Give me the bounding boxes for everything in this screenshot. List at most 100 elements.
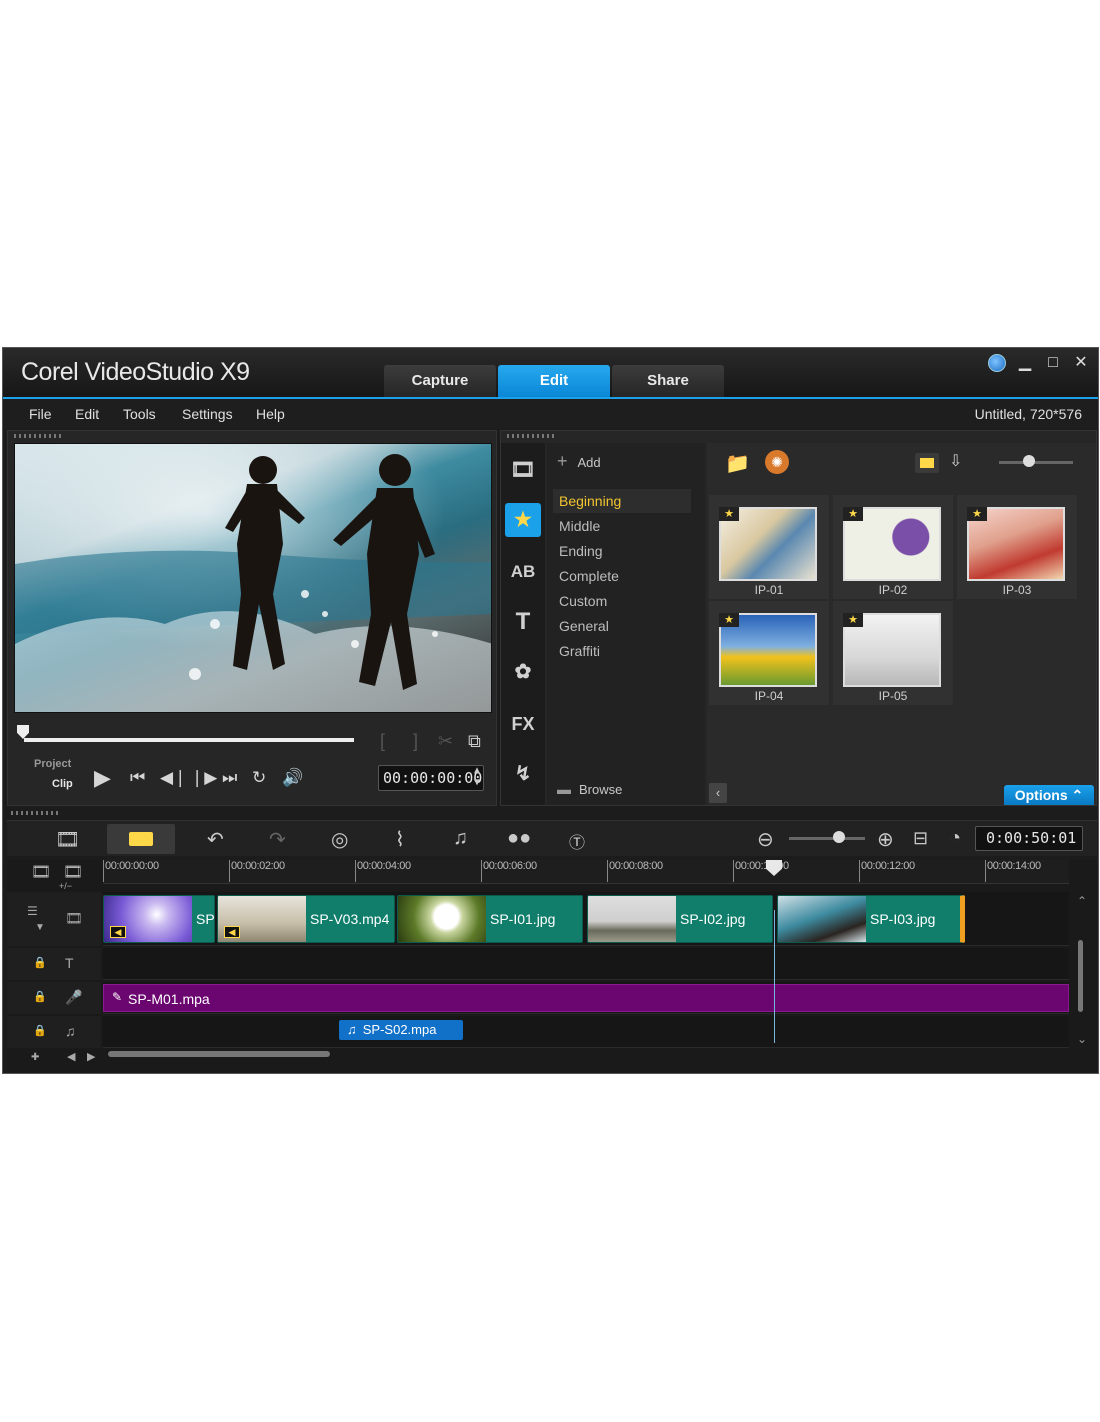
music-track-header[interactable]: 🔒 ♫ bbox=[7, 1016, 101, 1048]
lock-icon[interactable]: 🔒 bbox=[33, 956, 47, 969]
split-clip-icon[interactable]: ✂ bbox=[438, 731, 453, 752]
category-middle[interactable]: Middle bbox=[553, 514, 691, 538]
mark-out-icon[interactable]: ] bbox=[413, 731, 418, 752]
volume-icon[interactable]: 🔊 bbox=[282, 768, 303, 788]
enlarge-icon[interactable]: ⧉ bbox=[468, 731, 481, 752]
scroll-up-icon[interactable]: ⌃ bbox=[1077, 894, 1087, 908]
video-clip[interactable]: ◀ SP-V03.mp4 bbox=[217, 895, 395, 943]
vertical-scrollbar[interactable] bbox=[1078, 940, 1083, 1012]
browse-button[interactable]: ▬ Browse bbox=[557, 781, 622, 797]
close-icon[interactable]: ✕ bbox=[1072, 354, 1090, 372]
expand-track-icon[interactable]: ▼ bbox=[35, 922, 45, 933]
previous-frame-icon[interactable]: ◀❘ bbox=[160, 768, 187, 788]
sound-mixer-icon[interactable]: ⌇ bbox=[395, 827, 405, 852]
motion-tracking-icon[interactable]: ●● bbox=[507, 827, 531, 850]
preview-screen[interactable] bbox=[14, 443, 492, 713]
view-toggle-icon[interactable] bbox=[915, 453, 939, 473]
music-track[interactable]: ♫ SP-S02.mpa bbox=[103, 1016, 1069, 1048]
video-clip[interactable]: ◀ SP bbox=[103, 895, 215, 943]
globe-icon[interactable] bbox=[988, 354, 1006, 372]
thumbnail-ip05[interactable]: ★ IP-05 bbox=[833, 601, 953, 705]
graphic-icon[interactable]: ✿ bbox=[505, 655, 541, 689]
menu-edit[interactable]: Edit bbox=[75, 406, 99, 422]
timecode-stepper-icon[interactable]: ▲ ▼ bbox=[474, 765, 480, 789]
auto-music-icon[interactable]: ♫ bbox=[453, 827, 468, 850]
thumbnail-size-knob[interactable] bbox=[1023, 455, 1035, 467]
add-button[interactable]: + Add bbox=[557, 451, 601, 472]
zoom-knob[interactable] bbox=[833, 831, 845, 843]
clip-mode-label[interactable]: Clip bbox=[52, 778, 73, 790]
lock-icon[interactable]: 🔒 bbox=[33, 990, 47, 1003]
next-frame-icon[interactable]: ❘▶ bbox=[190, 768, 217, 788]
timeline-grip[interactable] bbox=[11, 811, 59, 815]
title-track-header[interactable]: 🔒 T bbox=[7, 948, 101, 980]
redo-icon[interactable]: ↷ bbox=[269, 827, 286, 852]
scroll-right-icon[interactable]: ▶ bbox=[87, 1050, 95, 1063]
category-custom[interactable]: Custom bbox=[553, 589, 691, 613]
voice-track[interactable]: ✎ SP-M01.mpa bbox=[103, 982, 1069, 1014]
category-general[interactable]: General bbox=[553, 614, 691, 638]
transition-icon[interactable]: AB bbox=[505, 555, 541, 589]
play-icon[interactable]: ▶ bbox=[94, 765, 111, 791]
zoom-in-icon[interactable]: ⊕ bbox=[877, 827, 894, 852]
zoom-slider[interactable] bbox=[789, 837, 865, 840]
film-reel-icon[interactable]: ✺ bbox=[765, 450, 789, 474]
thumbnail-ip01[interactable]: ★ IP-01 bbox=[709, 495, 829, 599]
thumbnail-ip04[interactable]: ★ IP-04 bbox=[709, 601, 829, 705]
category-graffiti[interactable]: Graffiti bbox=[553, 639, 691, 663]
panel-grip[interactable] bbox=[14, 434, 62, 438]
add-remove-track-label[interactable]: +/− bbox=[59, 881, 72, 891]
zoom-out-icon[interactable]: ⊖ bbox=[757, 827, 774, 852]
record-capture-icon[interactable]: ◎ bbox=[331, 827, 348, 852]
time-ruler[interactable]: 00:00:00:00 00:00:02:00 00:00:04:00 00:0… bbox=[103, 860, 1069, 884]
scroll-left-icon[interactable]: ◀ bbox=[67, 1050, 75, 1063]
minimize-icon[interactable]: ▁ bbox=[1016, 354, 1034, 372]
project-mode-label[interactable]: Project bbox=[34, 758, 71, 770]
tab-share[interactable]: Share bbox=[612, 365, 724, 397]
lock-icon[interactable]: 🔒 bbox=[33, 1024, 47, 1037]
home-icon[interactable]: ⏮ bbox=[130, 768, 145, 788]
end-icon[interactable]: ⏭ bbox=[222, 768, 237, 788]
player-timecode[interactable]: 00:00:00:00 ▲ ▼ bbox=[378, 765, 484, 791]
scroll-down-icon[interactable]: ⌄ bbox=[1077, 1032, 1087, 1046]
image-clip[interactable]: SP-I01.jpg bbox=[397, 895, 583, 943]
image-clip[interactable]: SP-I03.jpg bbox=[777, 895, 965, 943]
library-grip[interactable] bbox=[507, 434, 555, 438]
tab-edit[interactable]: Edit bbox=[498, 365, 610, 397]
thumbnail-size-slider[interactable] bbox=[999, 461, 1073, 464]
video-track[interactable]: ◀ SP ◀ SP-V03.mp4 SP-I01.jpg SP-I02.jpg … bbox=[103, 892, 1069, 946]
instant-project-icon[interactable]: ★ bbox=[505, 503, 541, 537]
subtitle-editor-icon[interactable]: Ⓣ bbox=[569, 829, 585, 853]
category-complete[interactable]: Complete bbox=[553, 564, 691, 588]
scrubber-handle[interactable] bbox=[17, 725, 29, 739]
title-track[interactable] bbox=[103, 948, 1069, 980]
folder-icon[interactable]: 📁 bbox=[725, 451, 750, 476]
image-clip[interactable]: SP-I02.jpg bbox=[587, 895, 773, 943]
repeat-icon[interactable]: ↻ bbox=[252, 768, 266, 788]
music-track-header[interactable]: 🔒 🎤 bbox=[7, 982, 101, 1014]
fit-project-icon[interactable]: ⊟ bbox=[913, 828, 928, 849]
undo-icon[interactable]: ↶ bbox=[207, 827, 224, 852]
category-beginning[interactable]: Beginning bbox=[553, 489, 691, 513]
scrubber-track[interactable] bbox=[24, 738, 354, 742]
audio-clip[interactable]: ♫ SP-S02.mpa bbox=[339, 1020, 463, 1040]
menu-file[interactable]: File bbox=[29, 406, 52, 422]
sort-icon[interactable]: ⇩ bbox=[949, 451, 962, 471]
storyboard-view-icon[interactable]: 🎞 bbox=[55, 827, 80, 852]
collapse-library-icon[interactable]: ‹ bbox=[709, 783, 727, 803]
ripple-edit-icon[interactable]: ☰ bbox=[27, 904, 38, 918]
chapter-icon[interactable]: 🎞 bbox=[63, 862, 83, 882]
options-button[interactable]: Options ⌃ bbox=[1004, 785, 1094, 805]
menu-tools[interactable]: Tools bbox=[123, 406, 156, 422]
menu-settings[interactable]: Settings bbox=[182, 406, 233, 422]
mark-in-icon[interactable]: [ bbox=[380, 731, 385, 752]
track-manager-icon[interactable]: 🎞 bbox=[31, 862, 51, 882]
thumbnail-ip02[interactable]: ★ IP-02 bbox=[833, 495, 953, 599]
tab-capture[interactable]: Capture bbox=[384, 365, 496, 397]
horizontal-scrollbar[interactable] bbox=[108, 1051, 330, 1057]
media-icon[interactable]: 🎞 bbox=[505, 453, 541, 487]
timeline-view-button[interactable] bbox=[107, 824, 175, 854]
path-icon[interactable]: ↯ bbox=[505, 757, 541, 791]
playhead-line[interactable] bbox=[774, 910, 775, 1043]
filter-icon[interactable]: FX bbox=[505, 707, 541, 741]
